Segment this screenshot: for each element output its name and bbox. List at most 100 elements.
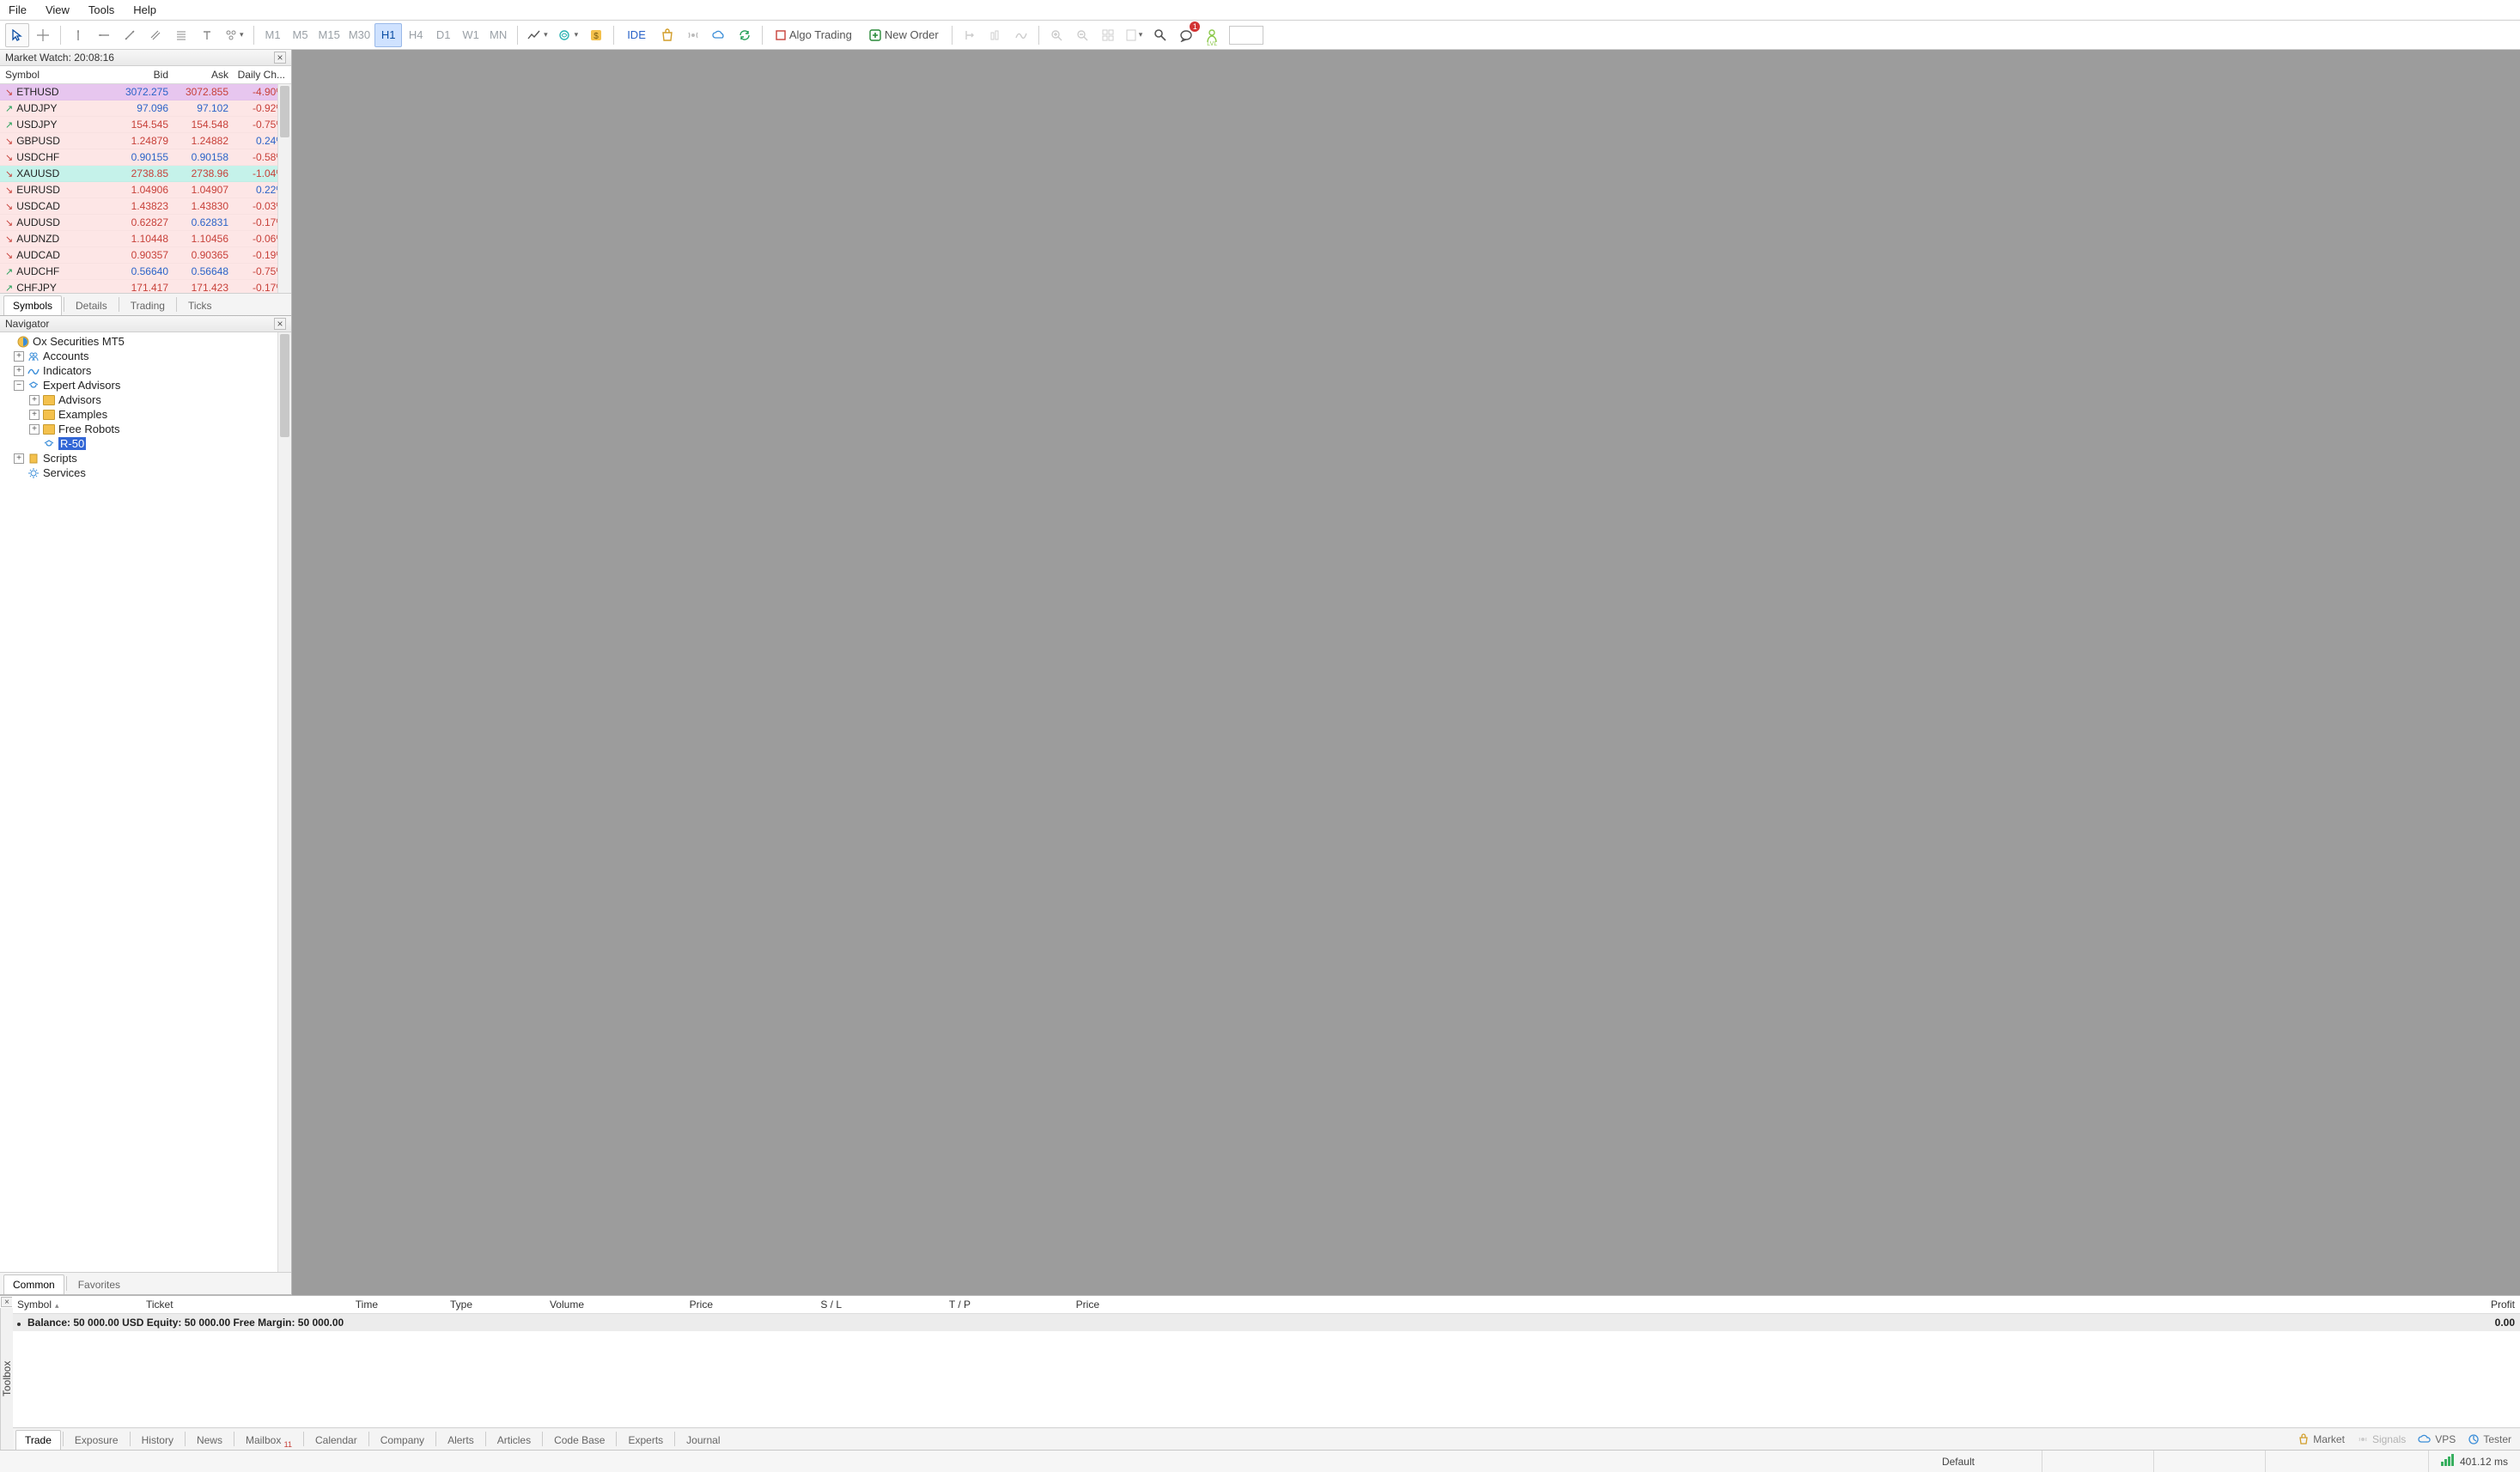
navigator-close[interactable]: × [274, 318, 286, 330]
col-profit[interactable]: Profit [1099, 1299, 2515, 1311]
chart-type-dropdown[interactable] [523, 23, 552, 47]
nav-scripts[interactable]: +Scripts [0, 451, 291, 465]
new-order-button[interactable]: New Order [861, 23, 947, 47]
status-ping[interactable]: 401.12 ms [2428, 1451, 2520, 1472]
col-daily-change[interactable]: Daily Ch... [228, 69, 285, 81]
nav-examples[interactable]: +Examples [0, 407, 291, 422]
mw-row-usdjpy[interactable]: ↗USDJPY154.545154.548-0.75% [0, 117, 291, 133]
mw-row-audjpy[interactable]: ↗AUDJPY97.09697.102-0.92% [0, 100, 291, 117]
balance-row[interactable]: Balance: 50 000.00 USD Equity: 50 000.00… [12, 1314, 2520, 1331]
tb-tab-exposure[interactable]: Exposure [65, 1430, 128, 1450]
tb-tab-articles[interactable]: Articles [488, 1430, 540, 1450]
timeframe-h1[interactable]: H1 [374, 23, 402, 47]
col-symbol[interactable]: Symbol [17, 1299, 146, 1311]
nav-indicators[interactable]: +Indicators [0, 363, 291, 378]
col-symbol[interactable]: Symbol [5, 69, 108, 81]
mw-row-xauusd[interactable]: ↘XAUUSD2738.852738.96-1.04% [0, 166, 291, 182]
zoom-out-icon[interactable] [1070, 23, 1094, 47]
level-icon[interactable]: LVL [1200, 23, 1224, 47]
nav-root[interactable]: Ox Securities MT5 [0, 334, 291, 349]
mw-row-chfjpy[interactable]: ↗CHFJPY171.417171.423-0.17% [0, 280, 291, 293]
nav-accounts[interactable]: +Accounts [0, 349, 291, 363]
timeframe-m30[interactable]: M30 [344, 23, 374, 47]
tb-tab-history[interactable]: History [132, 1430, 183, 1450]
mw-tab-symbols[interactable]: Symbols [3, 295, 62, 315]
timeframe-m15[interactable]: M15 [314, 23, 344, 47]
col-price2[interactable]: Price [971, 1299, 1099, 1311]
timeframe-m5[interactable]: M5 [287, 23, 314, 47]
timeframe-w1[interactable]: W1 [457, 23, 484, 47]
mw-row-usdchf[interactable]: ↘USDCHF0.901550.90158-0.58% [0, 149, 291, 166]
menu-help[interactable]: Help [133, 3, 156, 16]
mw-tab-ticks[interactable]: Ticks [179, 295, 222, 315]
market-link[interactable]: Market [2298, 1433, 2345, 1445]
mw-row-audusd[interactable]: ↘AUDUSD0.628270.62831-0.17% [0, 215, 291, 231]
nav-advisors[interactable]: +Advisors [0, 392, 291, 407]
col-sl[interactable]: S / L [713, 1299, 842, 1311]
menu-tools[interactable]: Tools [88, 3, 114, 16]
toolbar-search-input[interactable] [1229, 26, 1263, 45]
zoom-in-icon[interactable] [1044, 23, 1068, 47]
objects-dropdown[interactable] [221, 23, 248, 47]
tb-tab-news[interactable]: News [187, 1430, 232, 1450]
col-ask[interactable]: Ask [168, 69, 228, 81]
nav-r50[interactable]: R-50 [0, 436, 291, 451]
ide-button[interactable]: IDE [619, 23, 654, 47]
equidistant-channel-tool[interactable] [143, 23, 167, 47]
crosshair-tool[interactable] [31, 23, 55, 47]
mw-row-eurusd[interactable]: ↘EURUSD1.049061.049070.22% [0, 182, 291, 198]
tester-link[interactable]: Tester [2468, 1433, 2511, 1445]
tb-tab-mailbox[interactable]: Mailbox 11 [236, 1430, 301, 1450]
nav-expert-advisors[interactable]: −Expert Advisors [0, 378, 291, 392]
col-bid[interactable]: Bid [108, 69, 168, 81]
tb-tab-company[interactable]: Company [371, 1430, 434, 1450]
vps-cloud-icon[interactable] [707, 23, 731, 47]
auto-scroll-icon[interactable] [983, 23, 1007, 47]
shift-chart-icon[interactable] [958, 23, 982, 47]
text-tool[interactable] [195, 23, 219, 47]
indicator-line-icon[interactable] [1009, 23, 1033, 47]
algo-trading-button[interactable]: Algo Trading [768, 23, 860, 47]
signals-icon[interactable] [681, 23, 705, 47]
timeframe-m1[interactable]: M1 [259, 23, 287, 47]
market-watch-scrollbar[interactable] [277, 84, 291, 293]
sync-icon[interactable] [733, 23, 757, 47]
col-tp[interactable]: T / P [842, 1299, 971, 1311]
mw-row-audnzd[interactable]: ↘AUDNZD1.104481.10456-0.06% [0, 231, 291, 247]
nav-services[interactable]: Services [0, 465, 291, 480]
mw-tab-details[interactable]: Details [66, 295, 117, 315]
nav-tab-favorites[interactable]: Favorites [69, 1274, 130, 1294]
tb-tab-code-base[interactable]: Code Base [545, 1430, 614, 1450]
col-type[interactable]: Type [378, 1299, 472, 1311]
market-bag-icon[interactable] [655, 23, 679, 47]
col-ticket[interactable]: Ticket [146, 1299, 249, 1311]
mw-row-audcad[interactable]: ↘AUDCAD0.903570.90365-0.19% [0, 247, 291, 264]
vps-link[interactable]: VPS [2418, 1433, 2456, 1445]
col-time[interactable]: Time [249, 1299, 378, 1311]
tb-tab-journal[interactable]: Journal [677, 1430, 729, 1450]
mw-row-usdcad[interactable]: ↘USDCAD1.438231.43830-0.03% [0, 198, 291, 215]
fibonacci-tool[interactable] [169, 23, 193, 47]
col-price[interactable]: Price [584, 1299, 713, 1311]
tb-tab-trade[interactable]: Trade [15, 1430, 61, 1450]
menu-file[interactable]: File [9, 3, 27, 16]
mw-row-ethusd[interactable]: ↘ETHUSD3072.2753072.855-4.90% [0, 84, 291, 100]
search-icon[interactable] [1148, 23, 1172, 47]
notifications-icon[interactable]: 1 [1174, 23, 1198, 47]
tb-tab-calendar[interactable]: Calendar [306, 1430, 367, 1450]
timeframe-mn[interactable]: MN [484, 23, 512, 47]
chart-area[interactable] [292, 50, 2520, 1295]
tile-windows-icon[interactable] [1096, 23, 1120, 47]
mw-tab-trading[interactable]: Trading [121, 295, 174, 315]
templates-dropdown[interactable] [1122, 23, 1147, 47]
status-default[interactable]: Default [1930, 1451, 2042, 1472]
tb-tab-alerts[interactable]: Alerts [438, 1430, 484, 1450]
toolbox-close[interactable]: × [1, 1297, 13, 1307]
indicators-dropdown[interactable] [554, 23, 583, 47]
signals-link[interactable]: Signals [2357, 1433, 2406, 1445]
timeframe-d1[interactable]: D1 [429, 23, 457, 47]
mw-row-audchf[interactable]: ↗AUDCHF0.566400.56648-0.75% [0, 264, 291, 280]
navigator-scrollbar[interactable] [277, 332, 291, 1272]
cursor-tool[interactable] [5, 23, 29, 47]
dollar-icon[interactable]: $ [584, 23, 608, 47]
